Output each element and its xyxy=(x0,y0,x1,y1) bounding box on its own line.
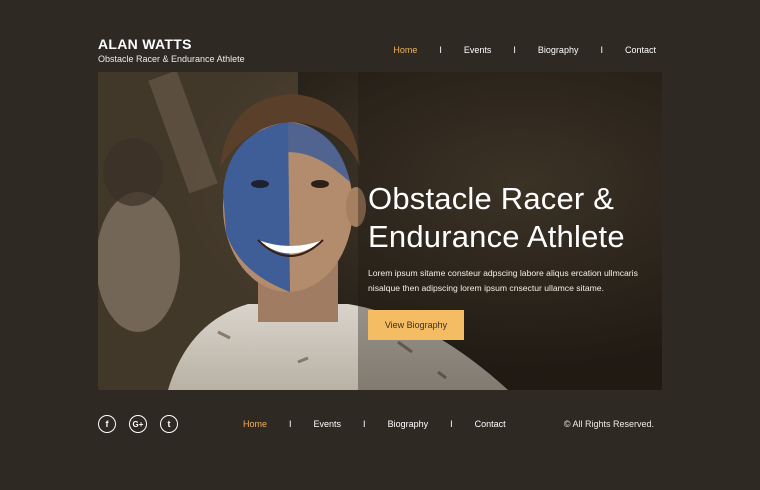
nav-separator: I xyxy=(439,45,442,55)
hero-title-line-1: Obstacle Racer & xyxy=(368,181,615,216)
google-plus-icon[interactable]: G+ xyxy=(129,415,147,433)
brand-name: ALAN WATTS xyxy=(98,36,192,52)
footer-nav: Home I Events I Biography I Contact xyxy=(243,419,506,429)
footer-nav-events-link[interactable]: Events xyxy=(314,419,342,429)
nav-contact-link[interactable]: Contact xyxy=(625,45,656,55)
footer-nav-home-link[interactable]: Home xyxy=(243,419,267,429)
nav-separator: I xyxy=(450,419,453,429)
nav-separator: I xyxy=(513,45,516,55)
copyright-text: © All Rights Reserved. xyxy=(563,419,654,429)
hero-title-line-2: Endurance Athlete xyxy=(368,219,625,254)
facebook-icon[interactable]: f xyxy=(98,415,116,433)
nav-events-link[interactable]: Events xyxy=(464,45,492,55)
hero-description: Lorem ipsum sitame consteur adpscing lab… xyxy=(368,268,638,293)
hero-title: Obstacle Racer & Endurance Athlete xyxy=(368,180,625,256)
nav-separator: I xyxy=(600,45,603,55)
nav-biography-link[interactable]: Biography xyxy=(538,45,579,55)
view-biography-button[interactable]: View Biography xyxy=(368,310,464,340)
social-links: f G+ t xyxy=(98,415,178,433)
main-nav: Home I Events I Biography I Contact xyxy=(393,45,656,55)
hero-banner: Obstacle Racer & Endurance Athlete Lorem… xyxy=(98,72,662,390)
footer-nav-biography-link[interactable]: Biography xyxy=(388,419,429,429)
brand[interactable]: ALAN WATTS Obstacle Racer & Endurance At… xyxy=(98,36,245,64)
nav-separator: I xyxy=(363,419,366,429)
twitter-icon[interactable]: t xyxy=(160,415,178,433)
nav-separator: I xyxy=(289,419,292,429)
nav-home-link[interactable]: Home xyxy=(393,45,417,55)
footer-nav-contact-link[interactable]: Contact xyxy=(475,419,506,429)
brand-tagline: Obstacle Racer & Endurance Athlete xyxy=(98,54,245,64)
